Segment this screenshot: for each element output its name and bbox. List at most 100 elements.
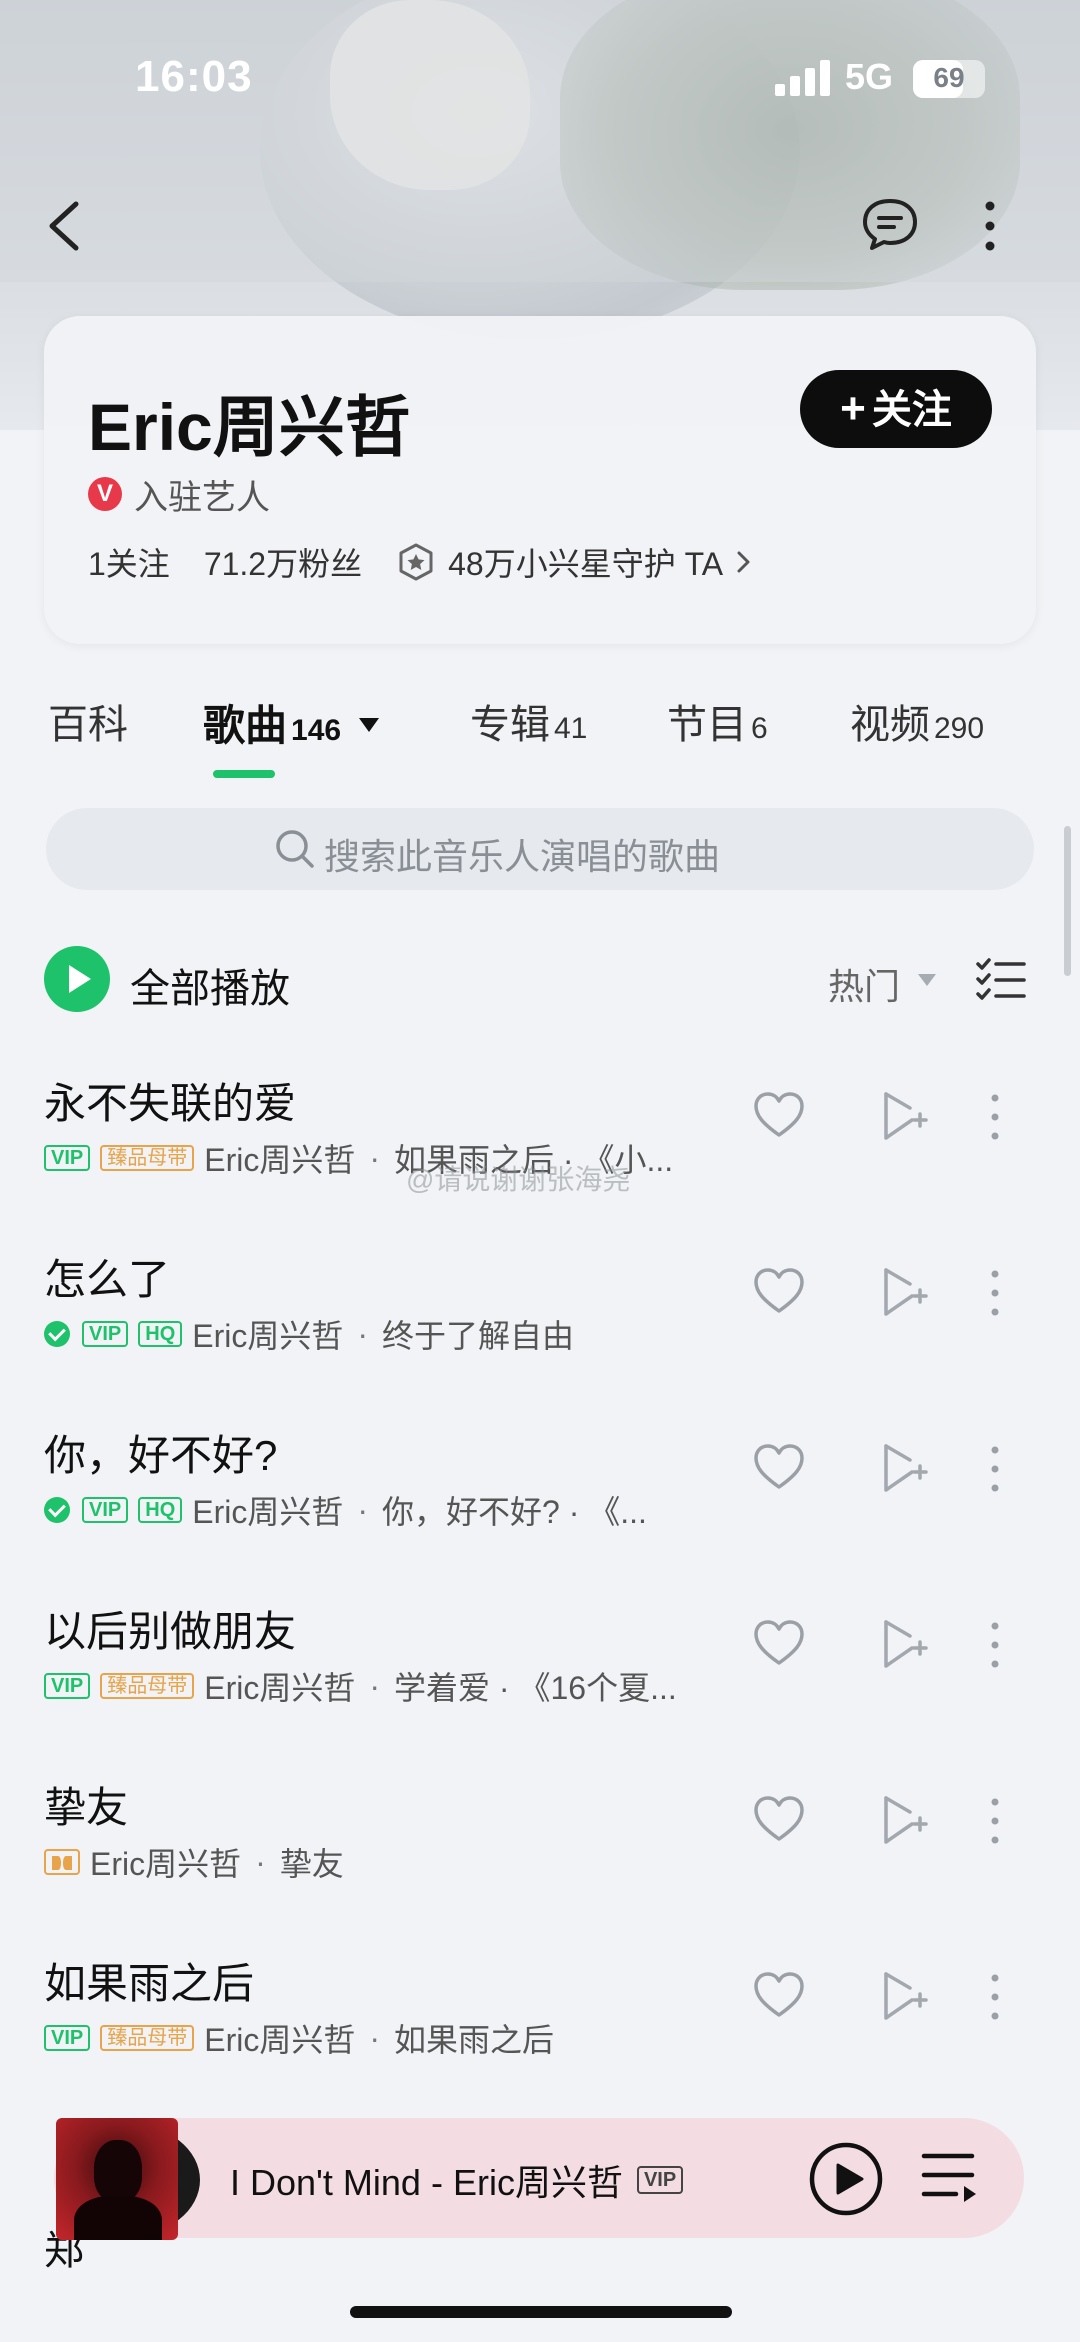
play-next-icon[interactable] [880, 1442, 928, 1494]
fans-count[interactable]: 71.2万粉丝 [204, 539, 362, 585]
artist-stats: 1关注 71.2万粉丝 48万小兴星守护 TA [88, 540, 753, 584]
artist-badge: V 入驻艺人 [88, 474, 270, 517]
play-all-button[interactable] [44, 946, 110, 1012]
downloaded-check-icon [44, 1321, 70, 1347]
master-quality-tag: 臻品母带 [100, 2025, 195, 2051]
more-options-icon[interactable] [970, 196, 1010, 256]
status-time: 16:03 [135, 52, 253, 101]
play-next-icon[interactable] [880, 1794, 928, 1846]
play-icon[interactable] [808, 2141, 884, 2217]
vip-tag: VIP [44, 2025, 91, 2051]
chevron-right-icon[interactable] [733, 548, 753, 576]
battery-icon: 69 [913, 60, 985, 98]
song-artist: Eric周兴哲 [204, 1142, 356, 1178]
downloaded-check-icon [44, 1497, 70, 1523]
like-heart-icon[interactable] [752, 1618, 806, 1668]
song-row[interactable]: 以后别做朋友 VIP 臻品母带 Eric周兴哲 · 学着爱 · 《16个夏... [0, 1598, 1080, 1774]
now-playing-title[interactable]: I Don't Mind - Eric周兴哲 VIP [230, 2154, 693, 2206]
search-icon [276, 830, 314, 868]
song-meta: VIP 臻品母带 Eric周兴哲 · 如果雨之后 [44, 2018, 724, 2058]
song-artist: Eric周兴哲 [204, 1670, 356, 1706]
play-next-icon[interactable] [880, 1618, 928, 1670]
song-album-info: 终于了解自由 [382, 1318, 575, 1354]
like-heart-icon[interactable] [752, 1794, 806, 1844]
song-row[interactable]: 你，好不好? VIP HQ Eric周兴哲 · 你，好不好? · 《... [0, 1422, 1080, 1598]
tab-songs[interactable]: 歌曲 146 [203, 692, 380, 762]
verified-artist-icon: V [88, 477, 122, 511]
song-title: 怎么了 [44, 1256, 171, 1303]
tab-count: 6 [751, 712, 768, 745]
song-row[interactable]: 挚友 Eric周兴哲 · 挚友 [0, 1774, 1080, 1950]
dropdown-caret-icon[interactable] [359, 717, 380, 732]
song-row[interactable]: 如果雨之后 VIP 臻品母带 Eric周兴哲 · 如果雨之后 [0, 1950, 1080, 2126]
tab-label: 歌曲 [203, 702, 288, 749]
play-all-label[interactable]: 全部播放 [130, 956, 290, 1014]
song-meta: VIP HQ Eric周兴哲 · 终于了解自由 [44, 1314, 724, 1354]
song-more-icon[interactable] [988, 1796, 1002, 1846]
tab-videos[interactable]: 视频 290 [850, 692, 984, 762]
back-arrow-icon[interactable] [40, 196, 90, 256]
album-cover[interactable] [56, 2118, 178, 2240]
like-heart-icon[interactable] [752, 1970, 806, 2020]
song-meta: Eric周兴哲 · 挚友 [44, 1842, 724, 1882]
active-tab-indicator [213, 770, 275, 778]
tab-label: 视频 [850, 703, 930, 747]
song-search-input[interactable]: 搜索此音乐人演唱的歌曲 [46, 808, 1034, 890]
hq-tag: HQ [138, 1321, 183, 1347]
content-tabs: 百科 歌曲 146 专辑 41 节目 6 视频 290 [0, 692, 1080, 782]
badge-text: 入驻艺人 [134, 478, 270, 517]
like-heart-icon[interactable] [752, 1090, 806, 1140]
scrollbar[interactable] [1064, 826, 1071, 976]
play-next-icon[interactable] [880, 1090, 928, 1142]
tab-programs[interactable]: 节目 6 [667, 692, 768, 762]
status-bar: 16:03 5G 69 [0, 0, 1080, 160]
tab-albums[interactable]: 专辑 41 [470, 692, 587, 762]
song-more-icon[interactable] [988, 1268, 1002, 1318]
following-count[interactable]: 1关注 [88, 539, 170, 585]
song-more-icon[interactable] [988, 1972, 1002, 2022]
multi-select-list-icon[interactable] [976, 958, 1026, 1002]
song-more-icon[interactable] [988, 1444, 1002, 1494]
vip-tag: VIP [636, 2166, 684, 2194]
song-more-icon[interactable] [988, 1092, 1002, 1142]
tab-count: 290 [934, 712, 985, 745]
cover-figure [74, 2196, 162, 2240]
separator: · [357, 1491, 369, 1528]
song-album-info: 挚友 [279, 1846, 344, 1882]
tab-count: 146 [291, 714, 342, 747]
now-playing-text: I Don't Mind - Eric周兴哲 [230, 2162, 623, 2203]
sort-selector[interactable]: 热门 [828, 958, 900, 1010]
separator: · [369, 1139, 381, 1176]
sort-caret-icon[interactable] [918, 974, 936, 986]
follow-button[interactable]: + 关注 [800, 370, 992, 448]
separator: · [369, 1667, 381, 1704]
play-next-icon[interactable] [880, 1266, 928, 1318]
home-indicator[interactable] [350, 2306, 732, 2318]
tab-baike[interactable]: 百科 [48, 692, 128, 762]
song-artist: Eric周兴哲 [90, 1846, 242, 1882]
battery-level: 69 [933, 62, 965, 93]
guardian-star-icon [399, 543, 433, 581]
song-meta: VIP 臻品母带 Eric周兴哲 · 学着爱 · 《16个夏... [44, 1666, 724, 1706]
song-meta: VIP HQ Eric周兴哲 · 你，好不好? · 《... [44, 1490, 724, 1530]
guardian-count[interactable]: 48万小兴星守护 TA [448, 539, 723, 585]
dolby-tag-icon [44, 1849, 80, 1875]
song-title: 以后别做朋友 [44, 1608, 297, 1655]
plus-icon: + [840, 384, 866, 433]
playlist-icon[interactable] [920, 2150, 978, 2202]
master-quality-tag: 臻品母带 [100, 1145, 195, 1171]
song-album-info: 你，好不好? · 《... [382, 1494, 647, 1530]
song-row[interactable]: 怎么了 VIP HQ Eric周兴哲 · 终于了解自由 [0, 1246, 1080, 1422]
song-album-info: 如果雨之后 [394, 2022, 555, 2058]
tab-count: 41 [554, 712, 588, 745]
vip-tag: VIP [44, 1145, 91, 1171]
vip-tag: VIP [82, 1497, 129, 1523]
like-heart-icon[interactable] [752, 1266, 806, 1316]
song-more-icon[interactable] [988, 1620, 1002, 1670]
message-icon[interactable] [860, 196, 920, 252]
like-heart-icon[interactable] [752, 1442, 806, 1492]
play-next-icon[interactable] [880, 1970, 928, 2022]
signal-icon [775, 60, 831, 96]
tab-label: 节目 [667, 703, 747, 747]
cover-figure [94, 2140, 142, 2202]
